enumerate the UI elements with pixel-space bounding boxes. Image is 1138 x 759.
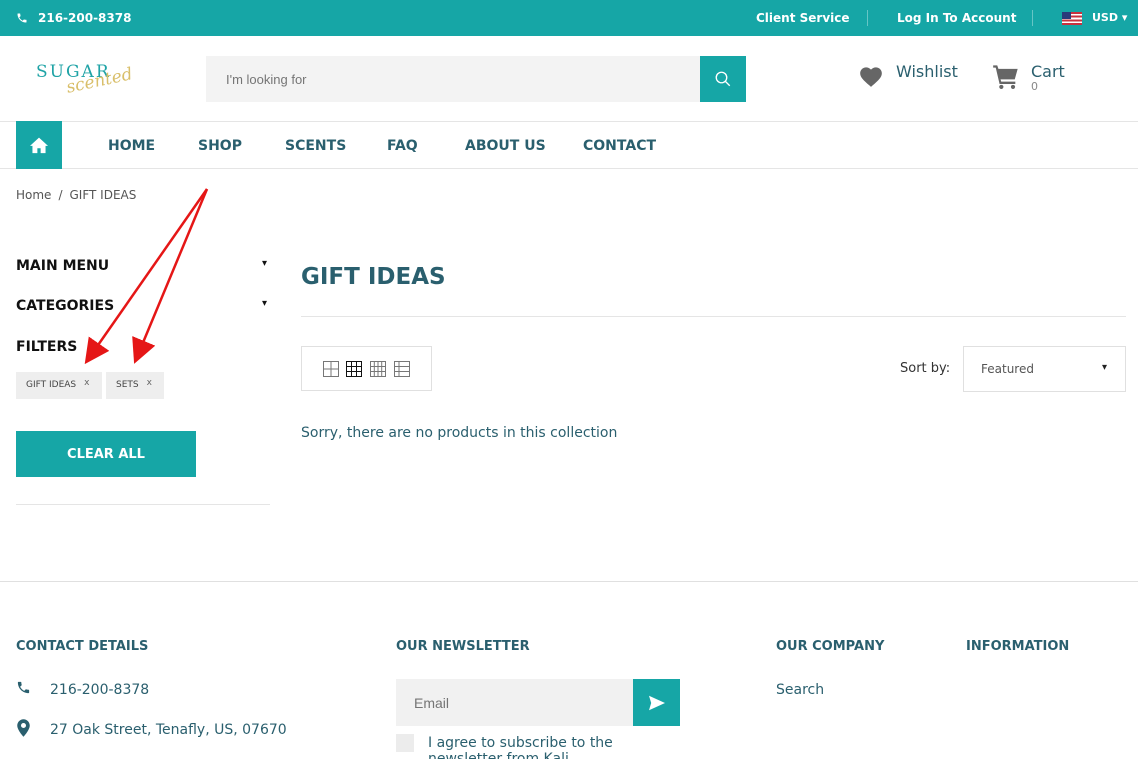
cart-count: 0: [1031, 80, 1038, 93]
phone-icon: [17, 13, 27, 23]
nav-item-about-us[interactable]: ABOUT US: [465, 138, 546, 154]
grid-view-switcher: [301, 346, 432, 391]
sort-value: Featured: [981, 362, 1034, 376]
top-bar: 216-200-8378 Client Service Log In To Ac…: [0, 0, 1138, 36]
search-input[interactable]: [206, 56, 700, 102]
breadcrumb: Home / GIFT IDEAS: [16, 188, 136, 202]
empty-collection-message: Sorry, there are no products in this col…: [301, 425, 618, 441]
nav-top-border: [0, 121, 1138, 122]
wishlist-link[interactable]: Wishlist: [896, 62, 958, 81]
annotation-arrow: [132, 188, 209, 364]
filter-tag-label: GIFT IDEAS: [26, 380, 77, 390]
grid-4-col-icon[interactable]: [370, 361, 386, 377]
clear-all-button[interactable]: CLEAR ALL: [16, 431, 196, 477]
us-flag-icon[interactable]: [1062, 12, 1082, 25]
chevron-down-icon[interactable]: ▾: [262, 258, 267, 269]
heart-icon[interactable]: [858, 64, 884, 88]
breadcrumb-current: GIFT IDEAS: [69, 188, 137, 202]
sort-label: Sort by:: [900, 361, 951, 376]
footer-search-link[interactable]: Search: [776, 682, 824, 698]
nav-item-home[interactable]: HOME: [108, 138, 155, 154]
cart-link[interactable]: Cart: [1031, 62, 1065, 81]
nav-item-faq[interactable]: FAQ: [387, 138, 418, 154]
footer-divider: [0, 581, 1138, 582]
sidebar-main-menu[interactable]: MAIN MENU: [16, 258, 109, 274]
chevron-down-icon[interactable]: ▾: [262, 298, 267, 309]
footer-information-heading: INFORMATION: [966, 639, 1070, 654]
grid-3-col-icon[interactable]: [346, 361, 362, 377]
site-logo[interactable]: SUGAR scented: [30, 56, 140, 100]
nav-bottom-border: [0, 168, 1138, 169]
filter-tag-gift-ideas[interactable]: GIFT IDEAS x: [16, 372, 102, 399]
nav-item-shop[interactable]: SHOP: [198, 138, 242, 154]
breadcrumb-home[interactable]: Home: [16, 188, 51, 202]
search-button[interactable]: [700, 56, 746, 102]
send-icon: [648, 695, 665, 710]
sidebar-filters-heading: FILTERS: [16, 339, 78, 355]
page-title: GIFT IDEAS: [301, 264, 446, 290]
title-divider: [301, 316, 1126, 317]
cart-icon[interactable]: [992, 64, 1020, 90]
list-view-icon[interactable]: [394, 361, 410, 377]
remove-filter-icon[interactable]: x: [147, 378, 152, 388]
footer-contact-heading: CONTACT DETAILS: [16, 639, 149, 654]
footer-company-heading: OUR COMPANY: [776, 639, 885, 654]
topbar-divider: [1032, 10, 1033, 26]
topbar-divider: [867, 10, 868, 26]
search-icon: [715, 71, 731, 87]
footer-phone[interactable]: 216-200-8378: [50, 682, 149, 698]
sidebar-categories[interactable]: CATEGORIES: [16, 298, 114, 314]
newsletter-agree-checkbox[interactable]: [396, 734, 414, 752]
sort-select[interactable]: Featured ▾: [963, 346, 1126, 392]
topbar-phone[interactable]: 216-200-8378: [16, 11, 131, 25]
filter-tag-sets[interactable]: SETS x: [106, 372, 164, 399]
home-icon: [30, 137, 48, 154]
remove-filter-icon[interactable]: x: [84, 378, 89, 388]
chevron-down-icon: ▾: [1101, 362, 1107, 373]
topbar-phone-text: 216-200-8378: [38, 11, 132, 25]
nav-item-scents[interactable]: SCENTS: [285, 138, 346, 154]
sidebar-divider: [16, 504, 270, 505]
login-link[interactable]: Log In To Account: [897, 11, 1016, 25]
breadcrumb-separator: /: [58, 188, 63, 202]
client-service-link[interactable]: Client Service: [756, 11, 850, 25]
location-pin-icon: [17, 719, 30, 737]
grid-2-col-icon[interactable]: [323, 361, 339, 377]
home-button[interactable]: [16, 121, 62, 169]
filter-tag-label: SETS: [116, 380, 139, 390]
newsletter-agree-text: I agree to subscribe to the newsletter f…: [428, 735, 613, 759]
footer-address: 27 Oak Street, Tenafly, US, 07670: [50, 722, 287, 738]
nav-item-contact[interactable]: CONTACT: [583, 138, 656, 154]
newsletter-email-input[interactable]: [396, 679, 633, 726]
footer-newsletter-heading: OUR NEWSLETTER: [396, 639, 530, 654]
currency-selector[interactable]: USD ▾: [1092, 11, 1127, 24]
phone-icon: [17, 681, 30, 694]
newsletter-submit-button[interactable]: [633, 679, 680, 726]
